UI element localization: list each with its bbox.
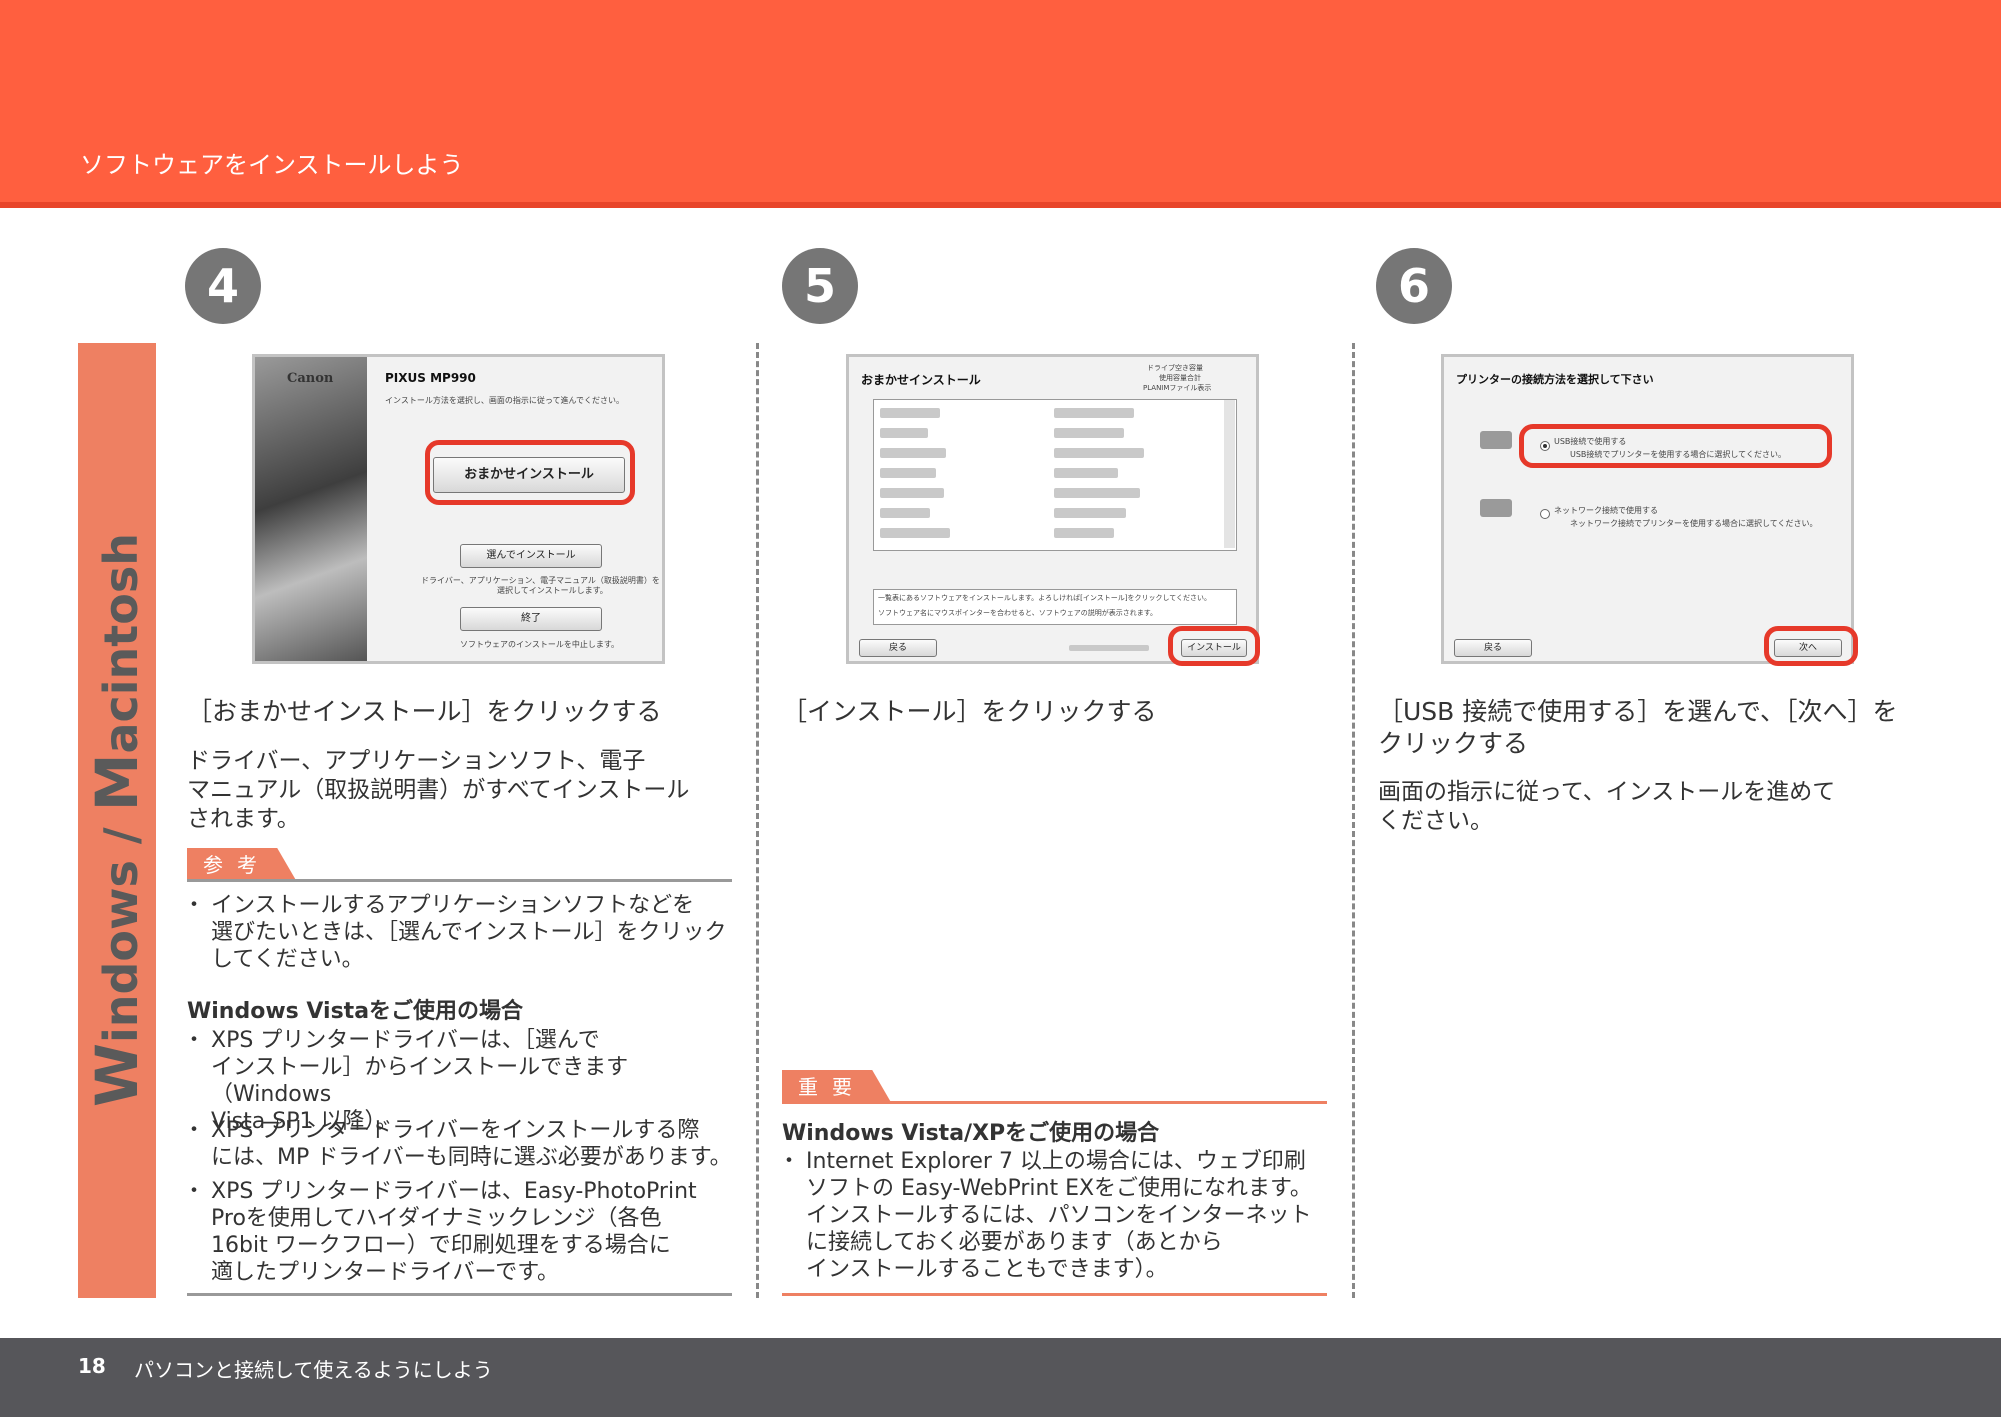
- exit-desc: ソフトウェアのインストールを中止します。: [460, 640, 620, 649]
- exit-button[interactable]: 終了: [460, 607, 602, 631]
- footer-section-title: パソコンと接続して使えるようにしよう: [134, 1358, 493, 1382]
- reference-rule: [187, 879, 732, 882]
- instruction-text: インストール方法を選択し、画面の指示に従って進んでください。: [385, 396, 625, 405]
- highlight-usb-option: [1519, 424, 1832, 468]
- step4-heading: ［おまかせインストール］をクリックする: [187, 697, 662, 726]
- step-number-5: 5: [782, 248, 858, 324]
- installer-window-4: Canon PIXUS MP990 インストール方法を選択し、画面の指示に従って…: [252, 354, 665, 664]
- select-desc-line2: 選択してインストールします。: [497, 586, 608, 595]
- page-number: 18: [78, 1354, 106, 1378]
- step-number-4: 4: [185, 248, 261, 324]
- reference-note: インストールするアプリケーションソフトなどを選びたいときは、［選んでインストール…: [183, 892, 747, 973]
- highlight-install: [1168, 626, 1260, 666]
- installer-window-5: おまかせインストール ドライブ空き容量 使用容量合計 PLANIMファイル表示 …: [846, 354, 1259, 664]
- window-title: プリンターの接続方法を選択して下さい: [1456, 373, 1654, 386]
- network-radio[interactable]: [1540, 509, 1550, 519]
- page-title: ソフトウェアをインストールしよう: [80, 151, 464, 179]
- step6-heading-line2: クリックする: [1378, 729, 1529, 758]
- important-note: Internet Explorer 7 以上の場合には、ウェブ印刷ソフトの Ea…: [778, 1148, 1342, 1283]
- reference-bottom-rule: [187, 1293, 732, 1296]
- step4-body-line1: ドライバー、アプリケーションソフト、電子: [187, 748, 646, 774]
- usb-printer-icon: [1480, 431, 1512, 449]
- network-option-desc: ネットワーク接続でプリンターを使用する場合に選択してください。: [1570, 519, 1818, 528]
- note-line2: ソフトウェア名にマウスポインターを合わせると、ソフトウェアの説明が表示されます。: [878, 609, 1158, 617]
- step6-body-line1: 画面の指示に従って、インストールを進めて: [1378, 779, 1836, 805]
- select-install-button[interactable]: 選んでインストール: [460, 544, 602, 568]
- note-line1: 一覧表にあるソフトウェアをインストールします。よろしければ[インストール]をクリ…: [878, 594, 1212, 602]
- back-button[interactable]: 戻る: [859, 639, 937, 657]
- reference-tag: 参考: [187, 848, 297, 882]
- vista-note-3: XPS プリンタードライバーは、Easy-PhotoPrintProを使用してハ…: [183, 1178, 747, 1286]
- model-name: PIXUS MP990: [385, 371, 476, 385]
- photo-collage: [255, 357, 367, 661]
- column-divider: [1352, 343, 1355, 1298]
- step4-body-line3: されます。: [187, 806, 300, 832]
- window-title: おまかせインストール: [861, 373, 981, 387]
- highlight-next: [1764, 626, 1858, 666]
- disk-used-label: 使用容量合計: [1159, 374, 1201, 382]
- important-tag: 重要: [782, 1070, 892, 1104]
- important-subheading: Windows Vista/XPをご使用の場合: [782, 1121, 1160, 1146]
- network-printer-icon: [1480, 499, 1512, 517]
- step4-body-line2: マニュアル（取扱説明書）がすべてインストール: [187, 777, 690, 803]
- notes-box: 一覧表にあるソフトウェアをインストールします。よろしければ[インストール]をクリ…: [873, 589, 1237, 625]
- column-divider: [756, 343, 759, 1298]
- vista-subheading: Windows Vistaをご使用の場合: [187, 999, 524, 1024]
- back-button[interactable]: 戻る: [1454, 639, 1532, 657]
- os-side-label: Windows / Macintosh: [83, 532, 151, 1108]
- progress-placeholder: [1069, 645, 1149, 651]
- header-divider: [0, 202, 2001, 208]
- step5-heading: ［インストール］をクリックする: [782, 697, 1157, 726]
- file-view-label: PLANIMファイル表示: [1143, 384, 1212, 392]
- vista-note-2: XPS プリンタードライバーをインストールする際には、MP ドライバーも同時に選…: [183, 1117, 747, 1171]
- installer-window-6: プリンターの接続方法を選択して下さい USB接続で使用する USB接続でプリンタ…: [1441, 354, 1854, 664]
- step6-body-line2: ください。: [1378, 808, 1493, 834]
- step6-heading-line1: ［USB 接続で使用する］を選んで、［次へ］を: [1378, 697, 1898, 726]
- software-list[interactable]: [873, 399, 1237, 551]
- important-rule: [782, 1101, 1327, 1104]
- important-bottom-rule: [782, 1293, 1327, 1296]
- disk-free-label: ドライブ空き容量: [1147, 364, 1203, 372]
- step-number-6: 6: [1376, 248, 1452, 324]
- network-option-label: ネットワーク接続で使用する: [1554, 506, 1658, 515]
- highlight-auto-install: [425, 440, 635, 505]
- brand-logo: Canon: [287, 371, 334, 386]
